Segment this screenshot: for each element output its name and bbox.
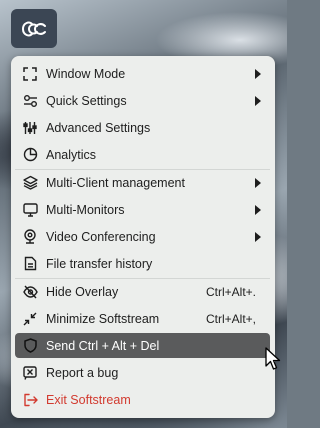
layers-icon: [22, 175, 38, 191]
menu-item-label: Quick Settings: [46, 93, 127, 108]
minimize-arrows-icon: [22, 311, 38, 327]
pie-chart-icon: [22, 147, 38, 163]
menu-item-advanced-settings[interactable]: Advanced Settings: [15, 115, 270, 140]
menu-item-label: Hide Overlay: [46, 284, 119, 299]
menu-item-send-ctrl-alt-del[interactable]: Send Ctrl + Alt + Del: [15, 333, 270, 358]
menu-item-file-transfer-history[interactable]: File transfer history: [15, 251, 270, 276]
menu-item-label: Analytics: [46, 147, 97, 162]
menu-item-label: Multi-Client management: [46, 175, 185, 190]
menu-item-label: Report a bug: [46, 365, 119, 380]
menu-item-label: Window Mode: [46, 66, 126, 81]
webcam-icon: [22, 229, 38, 245]
softstream-logo-icon: [22, 21, 46, 36]
submenu-arrow-icon: [255, 95, 261, 106]
menu-item-exit-softstream[interactable]: Exit Softstream: [15, 387, 270, 412]
shortcut-label: Ctrl+Alt+,: [205, 311, 256, 326]
menu-item-label: Send Ctrl + Alt + Del: [46, 338, 160, 353]
shield-icon: [22, 338, 38, 354]
toggle-icon: [22, 93, 38, 109]
menu-item-label: File transfer history: [46, 256, 153, 271]
menu-item-multi-monitors[interactable]: Multi-Monitors: [15, 197, 270, 222]
submenu-arrow-icon: [255, 68, 261, 79]
menu-item-quick-settings[interactable]: Quick Settings: [15, 88, 270, 113]
menu-item-label: Exit Softstream: [46, 392, 131, 407]
exit-icon: [22, 392, 38, 408]
menu-item-hide-overlay[interactable]: Hide Overlay Ctrl+Alt+.: [15, 279, 270, 304]
bug-report-icon: [22, 365, 38, 381]
menu-item-report-a-bug[interactable]: Report a bug: [15, 360, 270, 385]
mouse-cursor-icon: [265, 347, 281, 370]
eye-off-icon: [22, 284, 38, 300]
menu-item-video-conferencing[interactable]: Video Conferencing: [15, 224, 270, 249]
menu-item-label: Minimize Softstream: [46, 311, 160, 326]
overlay-menu: Window Mode Quick Settings Advanced Sett…: [11, 56, 275, 418]
softstream-logo-button[interactable]: [11, 9, 57, 48]
menu-item-minimize-softstream[interactable]: Minimize Softstream Ctrl+Alt+,: [15, 306, 270, 331]
menu-item-label: Advanced Settings: [46, 120, 151, 135]
submenu-arrow-icon: [255, 177, 261, 188]
document-icon: [22, 256, 38, 272]
menu-item-window-mode[interactable]: Window Mode: [15, 61, 270, 86]
menu-item-analytics[interactable]: Analytics: [15, 142, 270, 167]
sliders-icon: [22, 120, 38, 136]
expand-corners-icon: [22, 66, 38, 82]
menu-item-label: Multi-Monitors: [46, 202, 125, 217]
menu-item-multi-client-management[interactable]: Multi-Client management: [15, 170, 270, 195]
shortcut-label: Ctrl+Alt+.: [205, 284, 256, 299]
submenu-arrow-icon: [255, 231, 261, 242]
submenu-arrow-icon: [255, 204, 261, 215]
monitor-icon: [22, 202, 38, 218]
menu-item-label: Video Conferencing: [46, 229, 156, 244]
